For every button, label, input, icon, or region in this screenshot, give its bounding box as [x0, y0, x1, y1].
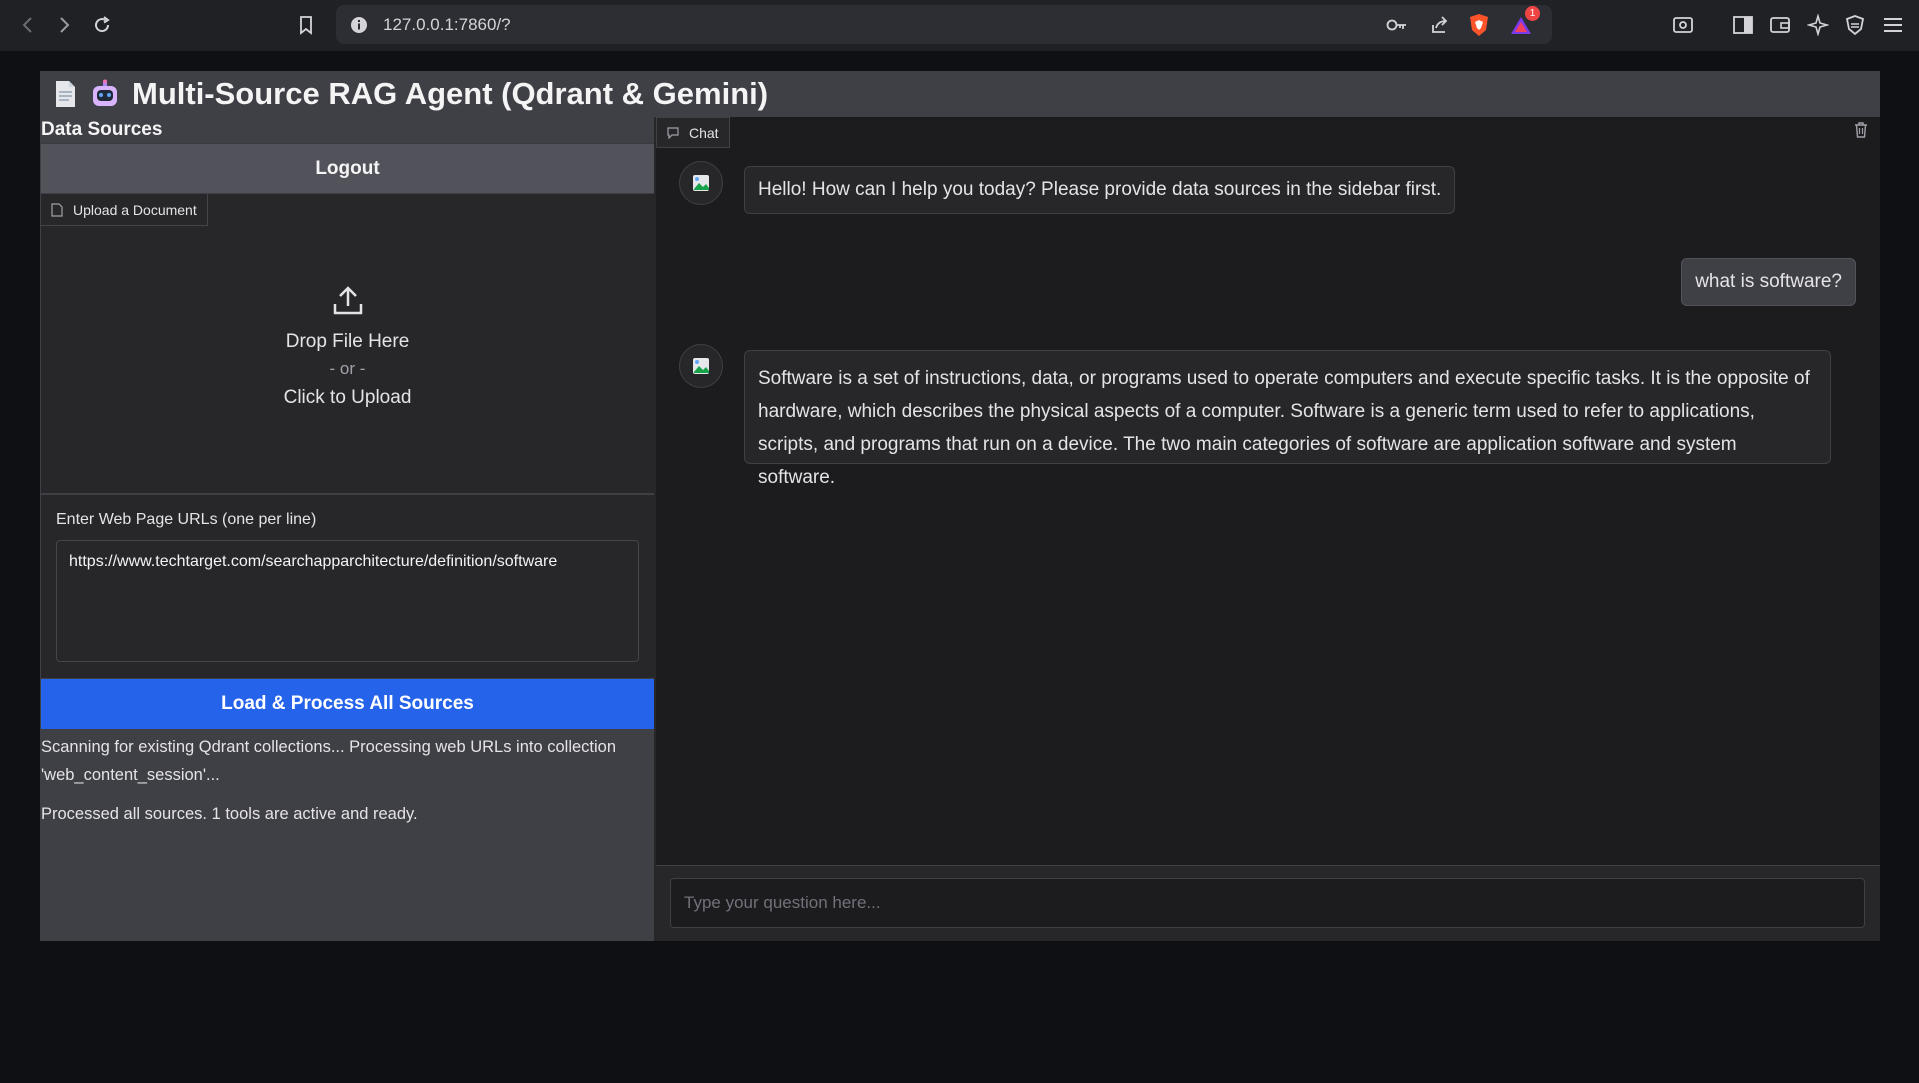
status-output: Scanning for existing Qdrant collections…	[41, 733, 641, 828]
address-bar[interactable]: 127.0.0.1:7860/? 1	[336, 5, 1552, 44]
url-field-label: Enter Web Page URLs (one per line)	[56, 511, 317, 528]
bot-avatar	[679, 344, 723, 388]
bot-avatar	[679, 161, 723, 205]
question-input[interactable]	[670, 878, 1865, 928]
drop-text: Drop File Here	[285, 331, 410, 352]
back-icon[interactable]	[10, 7, 46, 43]
menu-icon[interactable]	[1878, 10, 1908, 40]
browser-toolbar: 127.0.0.1:7860/? 1	[0, 0, 1919, 51]
click-to-upload-text: Click to Upload	[283, 387, 412, 408]
sidebar-toggle-icon[interactable]	[1728, 10, 1758, 40]
upload-label: Upload a Document	[41, 194, 208, 226]
chat-panel: Chat Hello! How can I help you today? Pl…	[656, 117, 1880, 941]
leo-ai-icon[interactable]	[1803, 10, 1833, 40]
file-upload[interactable]: Upload a Document Drop File Here - or - …	[41, 194, 654, 494]
reload-icon[interactable]	[84, 7, 120, 43]
assistant-message: Software is a set of instructions, data,…	[744, 350, 1831, 488]
user-message: what is software?	[1681, 258, 1856, 306]
document-icon	[56, 81, 75, 107]
robot-icon	[93, 79, 117, 106]
broken-image-icon	[693, 175, 709, 191]
broken-image-icon	[693, 358, 709, 374]
file-icon	[51, 202, 63, 217]
wallet-icon[interactable]	[1765, 10, 1795, 40]
bookmark-icon[interactable]	[288, 7, 324, 43]
key-icon[interactable]	[1382, 10, 1412, 40]
status-line-2: Processed all sources. 1 tools are activ…	[41, 805, 418, 823]
or-text: - or -	[329, 359, 366, 378]
share-icon[interactable]	[1425, 10, 1455, 40]
logout-button[interactable]: Logout	[41, 143, 654, 193]
forward-icon[interactable]	[46, 7, 82, 43]
screenshot-icon[interactable]	[1668, 10, 1698, 40]
clear-chat-icon[interactable]	[1850, 119, 1872, 141]
process-sources-button[interactable]: Load & Process All Sources	[41, 679, 654, 729]
chat-icon	[667, 126, 679, 139]
data-sources-panel: Data Sources Logout Upload a Document Dr…	[40, 117, 654, 941]
vpn-icon[interactable]	[1840, 10, 1870, 40]
url-textarea[interactable]: https://www.techtarget.com/searchapparch…	[56, 540, 639, 662]
url-input-block: Enter Web Page URLs (one per line) https…	[41, 495, 654, 678]
rewards-icon[interactable]: 1	[1506, 6, 1540, 40]
chat-tab-label: Chat	[689, 124, 719, 141]
assistant-message: Hello! How can I help you today? Please …	[744, 166, 1456, 214]
app-header: Multi-Source RAG Agent (Qdrant & Gemini)	[40, 71, 1880, 117]
app-container: Multi-Source RAG Agent (Qdrant & Gemini)…	[40, 71, 1880, 941]
chat-input-area	[656, 865, 1880, 941]
notification-badge: 1	[1525, 6, 1540, 21]
page-title: Multi-Source RAG Agent (Qdrant & Gemini)	[132, 76, 769, 111]
chat-label: Chat	[656, 117, 730, 148]
upload-icon	[333, 286, 362, 315]
site-info-icon[interactable]	[344, 10, 374, 40]
status-line-1: Scanning for existing Qdrant collections…	[41, 738, 617, 784]
brave-shield-icon[interactable]	[1464, 10, 1494, 40]
drop-zone[interactable]: Drop File Here - or - Click to Upload	[41, 284, 654, 409]
url-text: 127.0.0.1:7860/?	[383, 14, 511, 34]
upload-tab-label: Upload a Document	[73, 201, 197, 218]
section-label: Data Sources	[41, 119, 163, 140]
